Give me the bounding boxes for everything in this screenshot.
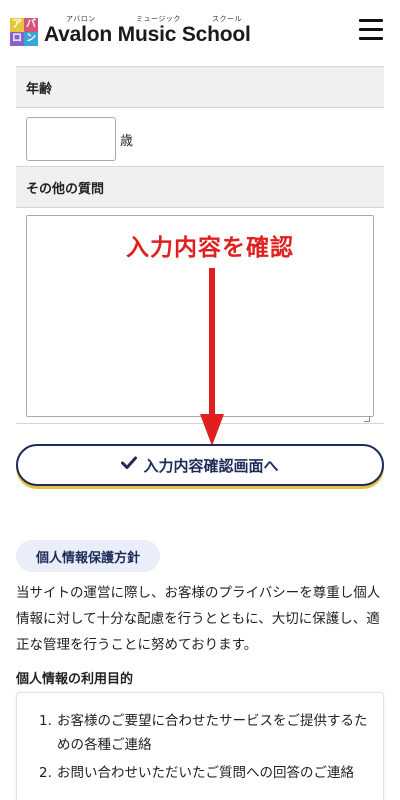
logo-icon[interactable]: ア バ ロ ン	[10, 18, 38, 46]
privacy-body: 当サイトの運営に際し、お客様のプライバシーを尊重し個人情報に対して十分な配慮を行…	[16, 585, 381, 653]
purpose-text: お問い合わせいただいたご質問への回答のご連絡	[57, 765, 354, 781]
purpose-item: 2. お問い合わせいただいたご質問への回答のご連絡	[39, 761, 369, 785]
resize-handle-icon[interactable]	[364, 416, 370, 422]
confirm-button-label: 入力内容確認画面へ	[143, 456, 279, 475]
other-questions-label: その他の質問	[16, 166, 384, 208]
logo-char: ア	[10, 18, 24, 32]
site-header: ア バ ロ ン アバロン ミュージック スクール Avalon Music Sc…	[0, 0, 400, 66]
purpose-list: 1. お客様のご要望に合わせたサービスをご提供するための各種ご連絡 2. お問い…	[39, 709, 369, 789]
brand-title: Avalon Music School	[44, 23, 251, 46]
purpose-text: お客様のご要望に合わせたサービスをご提供するための各種ご連絡	[57, 713, 368, 753]
confirm-button[interactable]: 入力内容確認画面へ	[16, 444, 384, 486]
logo-char: ン	[24, 32, 38, 46]
privacy-title: 個人情報保護方針	[16, 540, 161, 572]
purpose-item: 1. お客様のご要望に合わせたサービスをご提供するための各種ご連絡	[39, 709, 369, 757]
logo-char: バ	[24, 18, 38, 32]
age-unit-label: 歳	[120, 134, 134, 149]
age-input[interactable]	[26, 117, 116, 161]
check-icon	[121, 456, 138, 474]
age-row: 歳	[16, 108, 384, 166]
purpose-number: 1.	[39, 713, 52, 729]
logo-char: ロ	[10, 32, 24, 46]
hamburger-icon[interactable]	[359, 19, 383, 41]
purpose-box: 1. お客様のご要望に合わせたサービスをご提供するための各種ご連絡 2. お問い…	[16, 692, 384, 800]
purpose-number: 2.	[39, 765, 52, 781]
brand-logo[interactable]: アバロン ミュージック スクール Avalon Music School	[44, 14, 274, 50]
annotation-text: 入力内容を確認	[126, 235, 294, 261]
annotation-arrow-icon	[200, 268, 224, 446]
age-label: 年齢	[16, 66, 384, 108]
purpose-title: 個人情報の利用目的	[16, 672, 134, 687]
